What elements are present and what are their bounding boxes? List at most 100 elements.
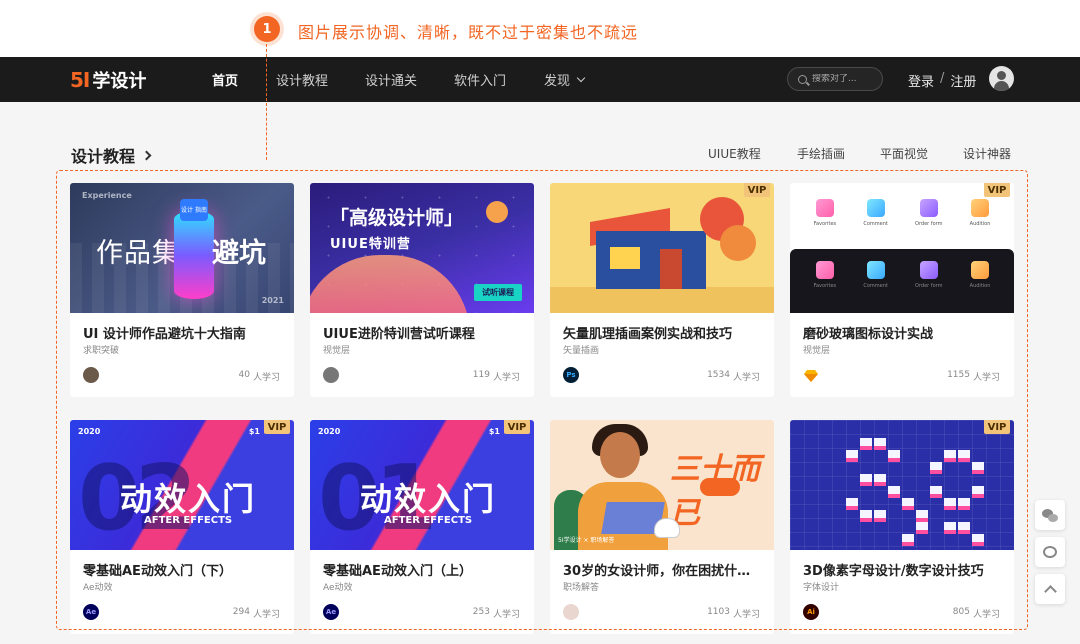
author-avatar[interactable] xyxy=(83,367,99,383)
learner-count: 1534 人学习 xyxy=(707,370,760,383)
tree-graphic xyxy=(720,225,756,261)
course-thumbnail: Experience 作品集 设计 指南 避坑 2021 xyxy=(70,183,294,313)
annotation-number: 1 xyxy=(254,16,280,42)
course-card[interactable]: 02 2020 $1 动效入门 AFTER EFFECTS VIP 零基础AE动… xyxy=(70,420,294,634)
course-card[interactable]: Experience 作品集 设计 指南 避坑 2021 UI 设计师作品避坑十… xyxy=(70,183,294,397)
author-avatar[interactable] xyxy=(323,367,339,383)
course-title[interactable]: 矢量肌理插画案例实战和技巧 xyxy=(563,323,763,342)
learner-number: 1534 xyxy=(707,370,730,380)
pixel-block xyxy=(888,486,900,498)
course-card[interactable]: 01 2020 $1 动效入门 AFTER EFFECTS VIP 零基础AE动… xyxy=(310,420,534,634)
wechat-icon xyxy=(1042,508,1058,522)
user-avatar-icon[interactable] xyxy=(989,66,1014,91)
learner-count: 805 人学习 xyxy=(953,607,1000,620)
weibo-share-button[interactable] xyxy=(1035,537,1065,567)
thumbnail-badge: 设计 指南 xyxy=(180,199,208,221)
back-to-top-icon xyxy=(1043,585,1057,598)
section-link-graphic[interactable]: 平面视觉 xyxy=(880,145,928,162)
course-title[interactable]: 3D像素字母设计/数字设计技巧 xyxy=(803,560,1003,579)
after-effects-icon[interactable]: Ae xyxy=(83,604,99,620)
illustrator-icon[interactable]: Ai xyxy=(803,604,819,620)
photoshop-icon[interactable]: Ps xyxy=(563,367,579,383)
author-avatar[interactable] xyxy=(563,604,579,620)
course-category: 视觉层 xyxy=(323,346,351,356)
nav-item-tutorials[interactable]: 设计教程 xyxy=(276,70,328,89)
order-form-icon: Order form xyxy=(915,261,942,313)
chevron-down-icon xyxy=(576,73,586,82)
after-effects-icon[interactable]: Ae xyxy=(323,604,339,620)
course-title[interactable]: 零基础AE动效入门（上） xyxy=(323,560,523,579)
thumbnail-text-right: 避坑 xyxy=(212,238,266,269)
pixel-block xyxy=(958,450,970,462)
login-link[interactable]: 登录 xyxy=(908,71,934,90)
pixel-block xyxy=(916,510,928,522)
learner-unit: 人学习 xyxy=(972,373,1000,383)
favorites-icon: Favorites xyxy=(814,199,836,227)
face-graphic xyxy=(600,432,640,478)
course-card[interactable]: VIP 矢量肌理插画案例实战和技巧 矢量插画 Ps 1534 人学习 xyxy=(550,183,774,397)
trial-course-badge: 试听课程 xyxy=(474,284,522,301)
course-card[interactable]: 「高级设计师」 UIUE特训营 试听课程 UIUE进阶特训营试听课程 视觉层 1… xyxy=(310,183,534,397)
learner-number: 1103 xyxy=(707,607,730,617)
course-title[interactable]: UI 设计师作品避坑十大指南 xyxy=(83,323,283,342)
section-link-uiue[interactable]: UIUE教程 xyxy=(708,145,761,162)
course-category: 矢量插画 xyxy=(563,346,600,356)
comment-icon: Comment xyxy=(863,261,888,313)
pixel-block xyxy=(944,498,956,510)
sketch-icon[interactable] xyxy=(803,367,819,383)
thumbnail-price: $1 xyxy=(488,427,500,436)
weibo-icon xyxy=(1043,546,1057,558)
course-title[interactable]: 30岁的女设计师，你在困扰什… xyxy=(563,560,763,579)
course-title[interactable]: 零基础AE动效入门（下） xyxy=(83,560,283,579)
learner-unit: 人学习 xyxy=(492,373,520,383)
learner-count: 1103 人学习 xyxy=(707,607,760,620)
back-to-top-button[interactable] xyxy=(1035,574,1065,604)
pixel-block xyxy=(902,498,914,510)
window-graphic xyxy=(610,247,640,269)
course-category: Ae动效 xyxy=(323,583,353,593)
annotation-strip: 1 图片展示协调、清晰，既不过于密集也不疏远 xyxy=(0,0,1080,57)
pixel-block xyxy=(860,510,872,522)
site-logo[interactable]: 5I 学设计 xyxy=(70,67,146,93)
section-link-tools[interactable]: 设计神器 xyxy=(963,145,1011,162)
learner-unit: 人学习 xyxy=(252,610,280,620)
learner-number: 805 xyxy=(952,607,970,617)
comment-icon: Comment xyxy=(863,199,888,227)
learner-unit: 人学习 xyxy=(252,373,280,383)
thumbnail-subline: AFTER EFFECTS xyxy=(144,515,233,526)
icon-label: Audition xyxy=(969,221,991,227)
learner-number: 253 xyxy=(472,607,490,617)
icon-label: Order form xyxy=(915,221,943,227)
nav-item-discover[interactable]: 发现 xyxy=(544,70,586,89)
favorites-icon: Favorites xyxy=(814,261,836,313)
nav-item-home[interactable]: 首页 xyxy=(212,70,238,89)
course-category: 求职突破 xyxy=(83,346,120,356)
section-link-illustration[interactable]: 手绘插画 xyxy=(797,145,845,162)
nav-item-software[interactable]: 软件入门 xyxy=(454,70,506,89)
vip-badge: VIP xyxy=(744,183,770,197)
course-card[interactable]: 三十而已 5I学设计 × 职场解答 30岁的女设计师，你在困扰什… 职场解答 1… xyxy=(550,420,774,634)
course-card[interactable]: Favorites Comment Order form Audition Fa… xyxy=(790,183,1014,397)
course-title[interactable]: UIUE进阶特训营试听课程 xyxy=(323,323,523,342)
course-thumbnail: Favorites Comment Order form Audition Fa… xyxy=(790,183,1014,313)
learner-count: 253 人学习 xyxy=(473,607,520,620)
course-title[interactable]: 磨砂玻璃图标设计实战 xyxy=(803,323,1003,342)
search-input[interactable] xyxy=(812,74,878,84)
thumbnail-grid xyxy=(790,420,1014,550)
learner-count: 294 人学习 xyxy=(233,607,280,620)
section-title[interactable]: 设计教程 xyxy=(71,143,152,167)
thumbnail-price: $1 xyxy=(248,427,260,436)
figure-graphic xyxy=(486,201,508,223)
order-form-icon: Order form xyxy=(915,199,942,227)
thumbnail-year: 2021 xyxy=(261,296,284,305)
course-card[interactable]: VIP 3D像素字母设计/数字设计技巧 字体设计 Ai 805 人学习 xyxy=(790,420,1014,634)
search-box[interactable] xyxy=(787,67,883,91)
wechat-share-button[interactable] xyxy=(1035,500,1065,530)
audition-icon: Audition xyxy=(969,199,991,227)
thumbnail-text-left: 作品集 xyxy=(96,238,180,269)
auth-separator: / xyxy=(940,71,945,86)
course-thumbnail: 01 2020 $1 动效入门 AFTER EFFECTS VIP xyxy=(310,420,534,550)
register-link[interactable]: 注册 xyxy=(950,71,976,90)
nav-item-challenges[interactable]: 设计通关 xyxy=(365,70,417,89)
pixel-block xyxy=(958,522,970,534)
